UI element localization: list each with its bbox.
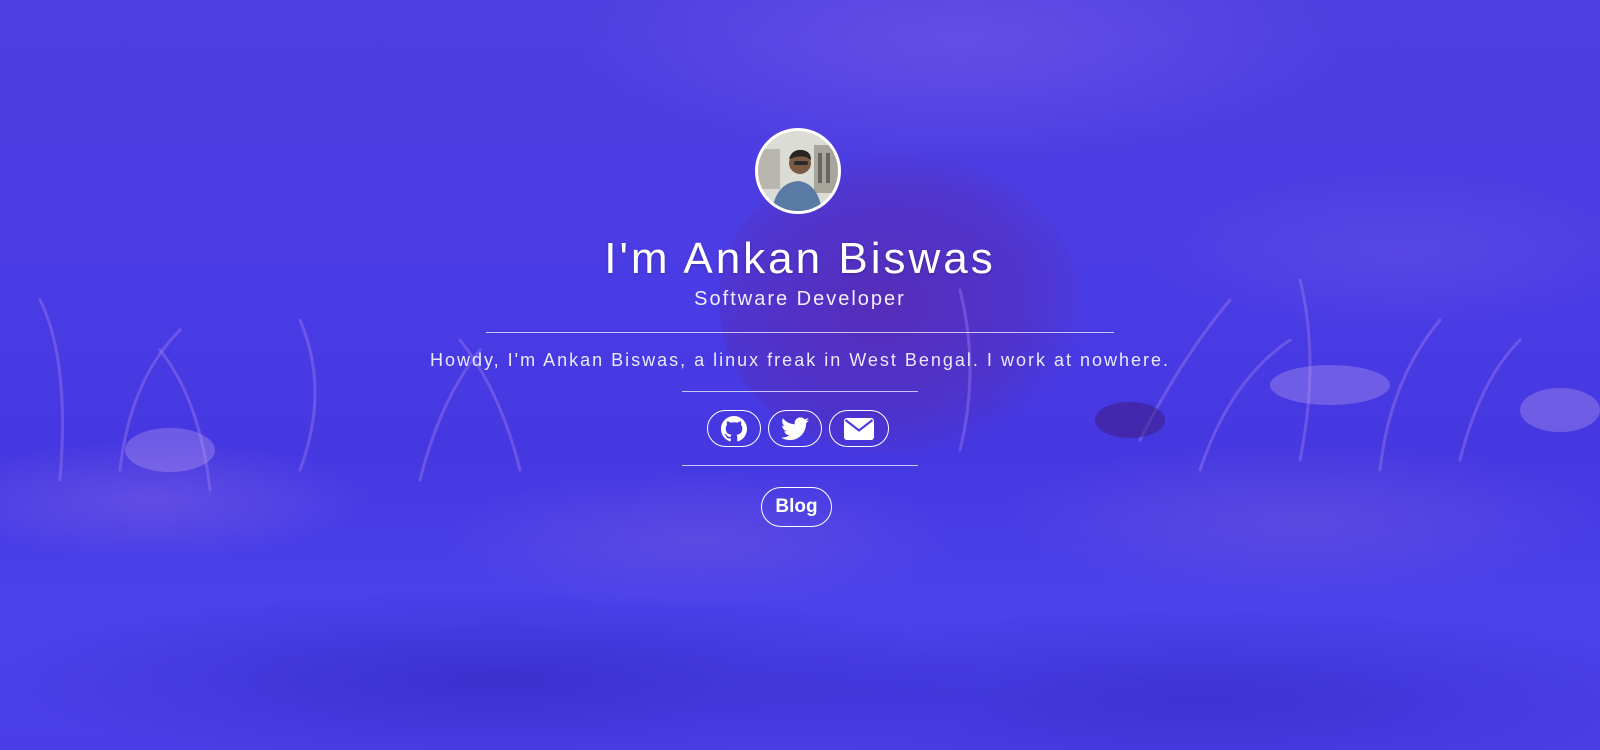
twitter-icon	[781, 416, 809, 440]
profile-bio: Howdy, I'm Ankan Biswas, a linux freak i…	[429, 350, 1171, 370]
blog-button[interactable]: Blog	[761, 487, 832, 527]
github-icon	[721, 415, 747, 441]
divider	[486, 332, 1114, 333]
social-links	[707, 410, 889, 447]
twitter-button[interactable]	[768, 410, 822, 447]
envelope-icon	[844, 417, 874, 440]
profile-hero: I'm Ankan Biswas Software Developer Howd…	[0, 0, 1600, 750]
github-button[interactable]	[707, 410, 761, 447]
avatar-photo	[758, 131, 838, 211]
divider	[682, 391, 918, 392]
profile-name: I'm Ankan Biswas	[604, 234, 996, 283]
email-button[interactable]	[829, 410, 889, 447]
profile-role: Software Developer	[694, 288, 906, 310]
divider	[682, 465, 918, 466]
avatar	[755, 128, 841, 214]
